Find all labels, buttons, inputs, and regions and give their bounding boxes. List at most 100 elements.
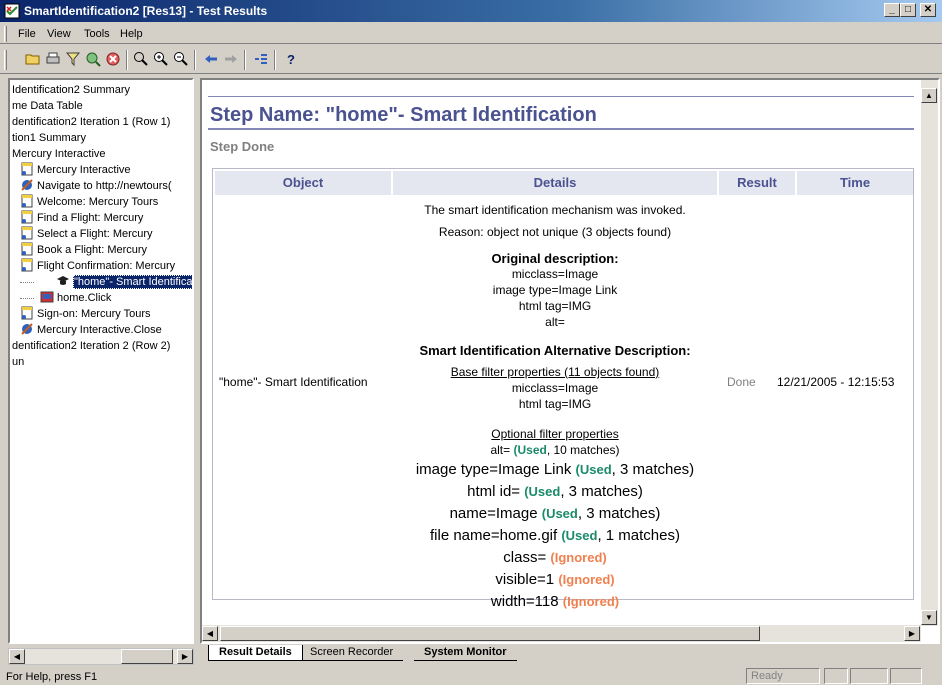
tree-item-label: Book a Flight: Mercury	[37, 244, 148, 256]
detail-line: html id= (Used, 3 matches)	[393, 483, 717, 500]
maximize-button[interactable]: □	[900, 3, 916, 17]
prop-text: width=118	[490, 593, 563, 610]
page-icon	[20, 210, 37, 224]
tree-item[interactable]: Flight Confirmation: Mercury	[20, 258, 175, 274]
detail-line: class= (Ignored)	[393, 549, 717, 566]
detail-line: alt= (Used, 10 matches)	[393, 443, 717, 457]
menu-help[interactable]: Help	[120, 28, 143, 40]
menu-tools[interactable]: Tools	[84, 28, 110, 40]
prop-text: name=Image	[449, 505, 542, 522]
scroll-right-icon[interactable]: ▶	[177, 649, 193, 664]
tree-item[interactable]: un	[12, 354, 24, 370]
page-icon	[20, 194, 37, 208]
back-icon[interactable]	[202, 51, 220, 69]
tree-item[interactable]: Find a Flight: Mercury	[20, 210, 143, 226]
tree-item-label: dentification2 Iteration 2 (Row 2)	[12, 340, 171, 352]
navigate-icon	[20, 179, 37, 192]
tab-screen-recorder[interactable]: Screen Recorder	[300, 645, 404, 661]
scroll-thumb[interactable]	[121, 649, 173, 664]
tree-connector	[20, 282, 34, 283]
result-cell: Done	[727, 375, 756, 389]
close-button[interactable]: ✕	[920, 3, 936, 17]
detail-heading: Smart Identification Alternative Descrip…	[419, 343, 691, 358]
details-vertical-scrollbar[interactable]: ▲ ▼	[921, 80, 938, 626]
tree-item[interactable]: dentification2 Iteration 2 (Row 2)	[12, 338, 170, 354]
tree-item[interactable]: Book a Flight: Mercury	[20, 242, 147, 258]
prop-text: , 3 matches)	[611, 461, 695, 478]
scroll-right-icon[interactable]: ▶	[904, 626, 920, 641]
tree-item[interactable]: Mercury Interactive.Close	[20, 322, 162, 338]
help-icon[interactable]: ?	[282, 51, 300, 69]
used-tag: (Used	[561, 528, 598, 543]
results-tree[interactable]: Identification2 Summary me Data Table dent…	[8, 78, 194, 644]
menu-view[interactable]: View	[47, 28, 71, 40]
column-header-object: Object	[215, 171, 391, 195]
detail-line: Reason: object not unique (3 objects fou…	[438, 225, 672, 239]
column-header-time: Time	[797, 171, 913, 195]
detail-line: micclass=Image	[511, 267, 599, 281]
menu-file[interactable]: File	[18, 28, 36, 40]
used-tag: (Used	[575, 462, 612, 477]
detail-line: image type=Image Link (Used, 3 matches)	[393, 461, 717, 478]
ignored-tag: (Ignored)	[562, 594, 620, 609]
step-title: Step Name: "home"- Smart Identification	[210, 104, 597, 126]
tree-item[interactable]: home.Click	[40, 290, 111, 306]
forward-icon[interactable]	[222, 51, 240, 69]
tree-item[interactable]: "home"- Smart Identifica	[56, 274, 192, 290]
prop-text: , 10 matches)	[546, 443, 620, 457]
image-link-icon	[40, 291, 57, 304]
time-cell: 12/21/2005 - 12:15:53	[777, 375, 895, 389]
minimize-button[interactable]: _	[884, 3, 900, 17]
tree-item[interactable]: tion1 Summary	[12, 130, 86, 146]
tree-item-label: Sign-on: Mercury Tours	[37, 308, 151, 320]
scroll-down-icon[interactable]: ▼	[921, 610, 937, 625]
prop-text: image type=Image Link	[415, 461, 576, 478]
prop-text: visible=1	[495, 571, 559, 588]
result-table: Object Details Result Time "home"- Smart…	[212, 168, 914, 610]
status-ready: Ready	[746, 668, 820, 684]
page-icon	[20, 226, 37, 240]
tree-item-label: un	[12, 356, 25, 368]
tab-system-monitor[interactable]: System Monitor	[414, 645, 517, 661]
tree-item[interactable]: Sign-on: Mercury Tours	[20, 306, 151, 322]
zoom-out-icon[interactable]	[172, 51, 190, 69]
scroll-up-icon[interactable]: ▲	[921, 88, 937, 103]
tree-item-label: Identification2 Summary	[12, 84, 130, 96]
tree-item[interactable]: dentification2 Iteration 1 (Row 1)	[12, 114, 170, 130]
print-icon[interactable]	[44, 51, 62, 69]
zoom-icon[interactable]	[132, 51, 150, 69]
tree-item[interactable]: me Data Table	[12, 98, 83, 114]
status-panel	[890, 668, 922, 684]
detail-line: name=Image (Used, 3 matches)	[393, 505, 717, 522]
divider	[208, 128, 914, 130]
find-icon[interactable]	[84, 51, 102, 69]
tree-item[interactable]: Navigate to http://newtours(	[20, 178, 172, 194]
tree-item[interactable]: Select a Flight: Mercury	[20, 226, 153, 242]
tab-result-details[interactable]: Result Details	[208, 645, 303, 661]
tree-item[interactable]: Identification2 Summary	[12, 82, 130, 98]
details-horizontal-scrollbar[interactable]: ◀ ▶	[202, 625, 921, 642]
detail-line: micclass=Image	[511, 381, 599, 395]
zoom-in-icon[interactable]	[152, 51, 170, 69]
used-tag: (Used	[513, 443, 547, 457]
prop-text: file name=home.gif	[430, 527, 562, 544]
tree-item[interactable]: Mercury Interactive	[20, 162, 131, 178]
scroll-left-icon[interactable]: ◀	[9, 649, 25, 664]
scroll-thumb[interactable]	[220, 626, 760, 641]
toolbar-separator	[194, 50, 196, 70]
results-icon[interactable]	[252, 51, 270, 69]
filter-icon[interactable]	[64, 51, 82, 69]
disconnect-icon[interactable]	[104, 51, 122, 69]
tree-item[interactable]: Mercury Interactive	[12, 146, 106, 162]
menu-bar: File View Tools Help	[0, 24, 942, 44]
detail-line: visible=1 (Ignored)	[393, 571, 717, 588]
scroll-left-icon[interactable]: ◀	[202, 626, 218, 641]
detail-line: The smart identification mechanism was i…	[424, 203, 686, 217]
tree-horizontal-scrollbar[interactable]: ◀ ▶	[8, 648, 194, 665]
navigate-icon	[20, 323, 37, 336]
tree-item[interactable]: Welcome: Mercury Tours	[20, 194, 158, 210]
prop-text: alt=	[490, 443, 514, 457]
tree-item-label: me Data Table	[12, 100, 83, 112]
smart-id-icon	[56, 276, 73, 288]
open-icon[interactable]	[24, 51, 42, 69]
